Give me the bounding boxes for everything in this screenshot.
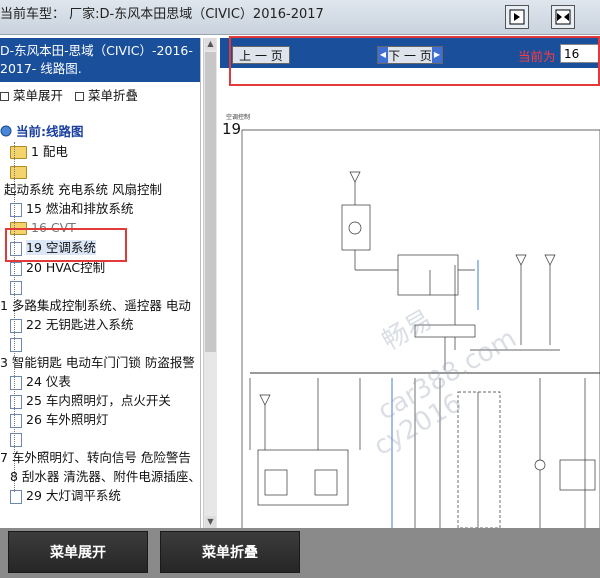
- title-bar: 当前车型： 厂家:D-东风本田思域（CIVIC）2016-2017: [0, 0, 600, 35]
- tree-item-label: 1 多路集成控制系统、遥控器 电动: [0, 298, 191, 313]
- collapse-option[interactable]: 菜单折叠: [88, 88, 138, 103]
- scroll-thumb[interactable]: [205, 52, 216, 352]
- split-arrows-icon: [555, 9, 571, 25]
- tree-current[interactable]: 当前:线路图: [0, 122, 84, 142]
- dual-pane-button[interactable]: [551, 5, 575, 29]
- tree-item-label: 24 仪表: [26, 374, 71, 389]
- tree-item-label: 26 车外照明灯: [26, 412, 109, 427]
- document-icon: [10, 432, 22, 447]
- tree-item[interactable]: 25 车内照明灯，点火开关: [10, 391, 171, 411]
- document-icon: [10, 280, 22, 295]
- title-text: 当前车型： 厂家:D-东风本田思域（CIVIC）2016-2017: [0, 7, 324, 22]
- tree-item[interactable]: 7 车外照明灯、转向信号 危险警告: [0, 448, 191, 468]
- tree-item[interactable]: 1 配电: [10, 142, 68, 162]
- document-icon: [10, 318, 22, 333]
- tree-item[interactable]: 起动系统 充电系统 风扇控制: [4, 180, 162, 200]
- document-icon: [10, 394, 22, 409]
- scroll-down-icon[interactable]: ▼: [205, 516, 216, 528]
- tree-item-label: 20 HVAC控制: [26, 260, 106, 275]
- menu-scrollbar[interactable]: ▲ ▼: [203, 38, 217, 528]
- expand-menu-button[interactable]: 菜单展开: [8, 531, 148, 573]
- tree-item[interactable]: 24 仪表: [10, 372, 71, 392]
- menu-pane: D-东风本田-思域（CIVIC）-2016- 2017- 线路图. 菜单展开 菜…: [0, 38, 201, 528]
- tree-item-label: 15 燃油和排放系统: [26, 201, 134, 216]
- collapse-checkbox-icon[interactable]: [75, 91, 84, 101]
- document-icon: [10, 375, 22, 390]
- highlight-box-nav: [229, 36, 600, 86]
- single-pane-button[interactable]: [505, 5, 529, 29]
- diagram-title: 空调控制: [226, 113, 250, 121]
- tree-item[interactable]: 8 刮水器 清洗器、附件电源插座、: [10, 467, 201, 487]
- tree-item-label: 25 车内照明灯，点火开关: [26, 393, 171, 408]
- tree-item[interactable]: 22 无钥匙进入系统: [10, 315, 133, 335]
- tree-item[interactable]: [10, 277, 26, 297]
- tree-item-label: 1 配电: [31, 144, 68, 159]
- document-icon: [10, 489, 22, 504]
- tree-current-label: 当前:线路图: [16, 124, 84, 139]
- folder-icon: [10, 166, 27, 179]
- highlight-box-tree: [5, 228, 127, 262]
- folder-icon: [10, 146, 27, 159]
- vehicle-header-line2: 2017- 线路图.: [0, 61, 82, 76]
- scroll-up-icon[interactable]: ▲: [205, 38, 216, 50]
- collapse-menu-button[interactable]: 菜单折叠: [160, 531, 300, 573]
- document-icon: [10, 337, 22, 352]
- vehicle-header: D-东风本田-思域（CIVIC）-2016- 2017- 线路图.: [0, 38, 200, 82]
- split-view-icon: [509, 9, 525, 25]
- bottom-toolbar: 菜单展开 菜单折叠: [0, 528, 600, 578]
- tree-item[interactable]: [10, 334, 26, 354]
- tree-item-label: 3 智能钥匙 电动车门门锁 防盗报警: [0, 355, 195, 370]
- document-icon: [10, 261, 22, 276]
- document-icon: [10, 202, 22, 217]
- tree-item[interactable]: 29 大灯调平系统: [10, 486, 121, 506]
- tree-item[interactable]: 1 多路集成控制系统、遥控器 电动: [0, 296, 191, 316]
- tree-item[interactable]: [10, 429, 26, 449]
- tree-item-label: 7 车外照明灯、转向信号 危险警告: [0, 450, 191, 465]
- tree-item[interactable]: 26 车外照明灯: [10, 410, 108, 430]
- wiring-diagram: 19 空调控制 畅易 car388.com cy2016: [220, 110, 600, 528]
- globe-icon: [0, 123, 12, 143]
- tree-item[interactable]: 15 燃油和排放系统: [10, 199, 133, 219]
- tree-item-label: 22 无钥匙进入系统: [26, 317, 134, 332]
- expand-option[interactable]: 菜单展开: [13, 88, 63, 103]
- vehicle-header-line1: D-东风本田-思域（CIVIC）-2016-: [0, 43, 193, 58]
- tree-connector: [14, 142, 15, 492]
- tree-item-label: 8 刮水器 清洗器、附件电源插座、: [10, 469, 201, 484]
- tree-item-label: 29 大灯调平系统: [26, 488, 121, 503]
- tree-item[interactable]: 3 智能钥匙 电动车门门锁 防盗报警: [0, 353, 195, 373]
- document-icon: [10, 413, 22, 428]
- tree-item-label: 起动系统 充电系统 风扇控制: [4, 182, 162, 197]
- expand-checkbox-icon[interactable]: [0, 91, 9, 101]
- menu-options: 菜单展开 菜单折叠: [0, 85, 138, 104]
